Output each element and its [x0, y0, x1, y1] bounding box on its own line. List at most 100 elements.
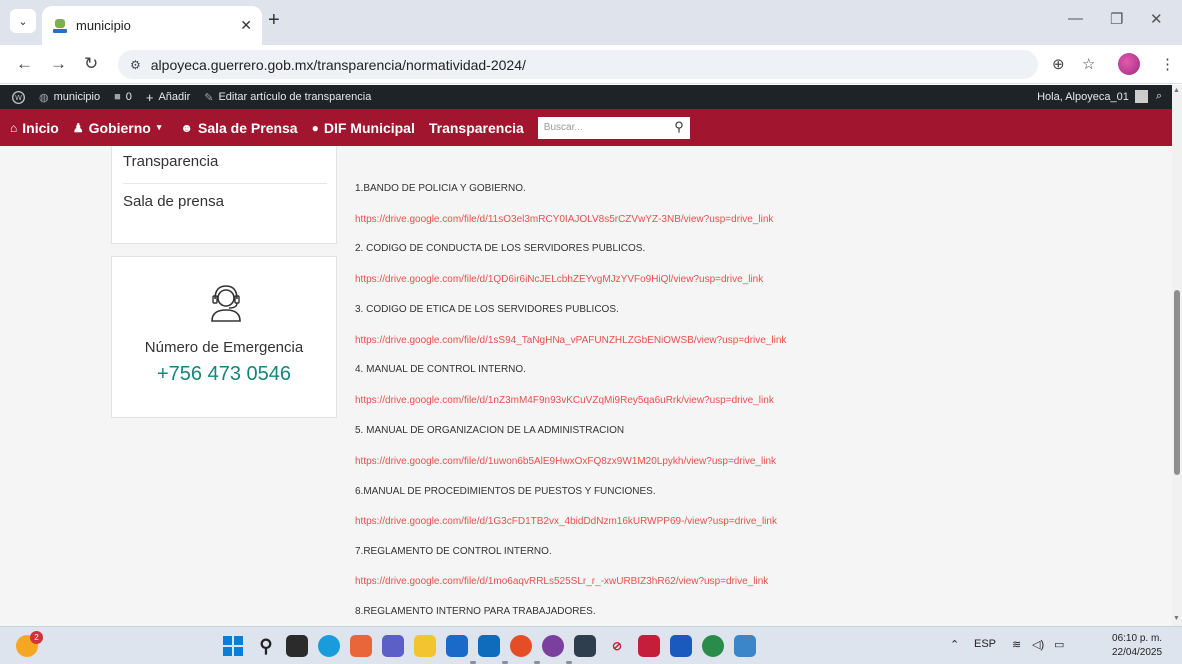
add-label: Añadir — [158, 91, 191, 103]
nav-item-transparencia[interactable]: Transparencia — [429, 120, 524, 136]
edge-icon[interactable] — [318, 635, 340, 657]
divider — [123, 183, 327, 184]
site-favicon-icon — [52, 18, 68, 34]
battery-icon[interactable]: ▭ — [1054, 638, 1064, 651]
smile-icon: ☻ — [180, 120, 193, 135]
admin-add-new[interactable]: + Añadir — [146, 90, 190, 105]
clock-date: 22/04/2025 — [1112, 647, 1163, 658]
url-text: alpoyeca.guerrero.gob.mx/transparencia/n… — [150, 56, 526, 73]
back-icon[interactable]: ← — [16, 54, 33, 74]
search-input[interactable]: Buscar... ⚲ — [537, 116, 690, 139]
document-link[interactable]: https://drive.google.com/file/d/1nZ3mM4F… — [355, 395, 774, 406]
admin-comments-link[interactable]: ■ 0 — [114, 91, 132, 103]
pencil-icon: ✎ — [204, 91, 214, 104]
zoom-icon[interactable]: ⊕ — [1052, 55, 1065, 73]
admin-site-link[interactable]: ◍ municipio — [39, 91, 100, 104]
new-tab-button[interactable]: + — [268, 10, 280, 30]
sidebar-link-sala-de-prensa[interactable]: Sala de prensa — [123, 193, 224, 210]
profile-avatar[interactable] — [1118, 53, 1140, 75]
wp-admin-bar: W ◍ municipio ■ 0 + Añadir ✎ Editar artí… — [0, 85, 1172, 109]
emergency-label: Número de Emergencia — [144, 339, 304, 356]
minimize-icon[interactable]: — — [1068, 10, 1083, 27]
document-link[interactable]: https://drive.google.com/file/d/11sO3el3… — [355, 214, 773, 225]
start-windows-icon[interactable] — [222, 635, 244, 657]
link-app-icon[interactable]: ⊘ — [606, 635, 628, 657]
task-view-icon[interactable] — [286, 635, 308, 657]
word-icon[interactable] — [670, 635, 692, 657]
document-link[interactable]: https://drive.google.com/file/d/1mo6aqvR… — [355, 576, 768, 587]
document-link[interactable]: https://drive.google.com/file/d/1QD6ir6i… — [355, 274, 763, 285]
dropdown-caret-icon: ▾ — [156, 122, 162, 132]
whatsapp-icon[interactable] — [702, 635, 724, 657]
bookmark-star-icon[interactable]: ☆ — [1082, 55, 1095, 73]
system-clock[interactable]: 06:10 p. m. 22/04/2025 — [1112, 632, 1162, 660]
browser-tab[interactable]: municipio ✕ — [42, 6, 262, 45]
document-link[interactable]: https://drive.google.com/file/d/1sS94_Ta… — [355, 335, 786, 346]
plus-icon: + — [145, 89, 154, 105]
emergency-phone[interactable]: +756 473 0546 — [112, 363, 336, 386]
edit-label: Editar artículo de transparencia — [218, 91, 372, 103]
tab-close-icon[interactable]: ✕ — [240, 17, 252, 34]
tray-chevron-icon[interactable]: ⌃ — [950, 638, 959, 651]
nav-item-dif-municipal[interactable]: ● DIF Municipal — [312, 120, 415, 136]
sidebar-menu: Transparencia Sala de prensa — [111, 146, 337, 244]
document-title: 3. CODIGO DE ETICA DE LOS SERVIDORES PUB… — [355, 304, 619, 315]
admin-avatar — [1134, 90, 1148, 103]
search-placeholder: Buscar... — [543, 122, 583, 133]
reload-icon[interactable]: ↻ — [84, 54, 98, 74]
restore-icon[interactable]: ❐ — [1110, 10, 1123, 28]
page-scrollbar[interactable]: ▲ ▼ — [1172, 85, 1182, 626]
wordpress-logo-icon[interactable]: W — [12, 90, 25, 104]
menu-kebab-icon[interactable]: ⋮ — [1160, 55, 1175, 73]
forward-icon[interactable]: → — [50, 54, 67, 74]
nav-item-gobierno[interactable]: ♟ Gobierno ▾ — [73, 120, 167, 136]
site-info-icon[interactable]: ⚙ — [130, 58, 141, 72]
document-title: 1.BANDO DE POLICIA Y GOBIERNO. — [355, 183, 526, 194]
chrome-profile-icon[interactable] — [542, 635, 564, 657]
scrollbar-thumb[interactable] — [1174, 290, 1180, 475]
document-link[interactable]: https://drive.google.com/file/d/1G3cFD1T… — [355, 516, 777, 527]
close-window-icon[interactable]: ✕ — [1150, 10, 1163, 28]
pdf-icon[interactable] — [638, 635, 660, 657]
headset-icon — [211, 285, 241, 322]
browser-tab-strip: ⌄ municipio ✕ + — ❐ ✕ — [0, 0, 1182, 45]
tab-title: municipio — [76, 18, 131, 33]
site-navigation: ⌂ Inicio ♟ Gobierno ▾ ☻ Sala de Prensa ●… — [0, 109, 1172, 146]
terminal-icon[interactable] — [574, 635, 596, 657]
nav-item-inicio[interactable]: ⌂ Inicio — [10, 120, 59, 136]
tab-search-chevron-icon[interactable]: ⌄ — [10, 9, 36, 33]
admin-site-name: municipio — [53, 91, 101, 103]
store-icon[interactable] — [446, 635, 468, 657]
file-explorer-icon[interactable] — [414, 635, 436, 657]
snipping-tool-icon[interactable] — [734, 635, 756, 657]
outlook-icon[interactable] — [478, 635, 500, 657]
address-bar[interactable]: ⚙ alpoyeca.guerrero.gob.mx/transparencia… — [118, 50, 1038, 79]
nav-item-sala-de-prensa[interactable]: ☻ Sala de Prensa — [180, 120, 297, 136]
wifi-icon[interactable]: ≋ — [1012, 638, 1021, 651]
teams-icon[interactable] — [382, 635, 404, 657]
document-title: 8.REGLAMENTO INTERNO PARA TRABAJADORES. — [355, 606, 596, 617]
chrome-icon[interactable] — [510, 635, 532, 657]
clock-time: 06:10 p. m. — [1112, 633, 1163, 644]
language-indicator[interactable]: ESP — [974, 638, 996, 650]
search-icon[interactable]: ⚲ — [674, 119, 684, 135]
notification-badge: 2 — [30, 631, 43, 644]
comments-count: 0 — [125, 91, 132, 103]
taskbar-search-icon[interactable]: ⚲ — [255, 635, 277, 657]
scroll-up-icon[interactable]: ▲ — [1173, 87, 1180, 94]
document-link[interactable]: https://drive.google.com/file/d/1uwon6b5… — [355, 456, 776, 467]
admin-search-icon[interactable]: ⌕ — [1156, 90, 1162, 103]
user-icon: ♟ — [72, 120, 84, 135]
sidebar-link-transparencia[interactable]: Transparencia — [123, 153, 218, 170]
nav-label: Sala de Prensa — [197, 119, 298, 136]
document-title: 2. CODIGO DE CONDUCTA DE LOS SERVIDORES … — [355, 243, 646, 254]
admin-edit-link[interactable]: ✎ Editar artículo de transparencia — [204, 91, 371, 104]
scroll-down-icon[interactable]: ▼ — [1173, 615, 1180, 622]
nav-label: Inicio — [22, 119, 59, 136]
copilot-icon[interactable] — [350, 635, 372, 657]
volume-icon[interactable]: ◁) — [1032, 638, 1044, 651]
admin-account[interactable]: Hola, Alpoyeca_01 ⌕ — [1037, 90, 1162, 103]
document-title: 5. MANUAL DE ORGANIZACION DE LA ADMINIST… — [355, 425, 625, 436]
comment-icon: ■ — [114, 91, 121, 103]
browser-toolbar: ← → ↻ ⚙ alpoyeca.guerrero.gob.mx/transpa… — [0, 45, 1182, 84]
